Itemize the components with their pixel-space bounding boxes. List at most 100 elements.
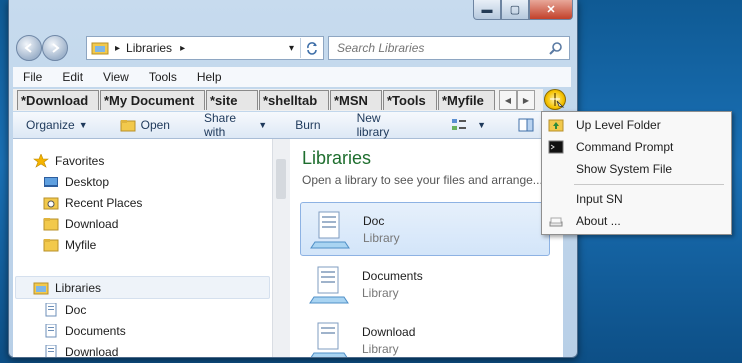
menu-edit[interactable]: Edit — [52, 70, 93, 84]
menu-item-command-prompt[interactable]: Command Prompt — [542, 136, 731, 158]
nav-item-documents[interactable]: Documents — [13, 320, 272, 341]
menu-help[interactable]: Help — [187, 70, 232, 84]
tab-download[interactable]: *Download — [17, 90, 99, 110]
favorites-header[interactable]: Favorites — [13, 150, 272, 171]
library-icon — [45, 302, 57, 316]
libraries-icon — [33, 282, 49, 294]
scrollbar-thumb[interactable] — [276, 159, 286, 199]
nav-item-doc[interactable]: Doc — [13, 299, 272, 320]
change-view-button[interactable]: ▼ — [442, 118, 495, 132]
library-icon — [45, 344, 57, 357]
menu-item-about[interactable]: About ... — [542, 210, 731, 232]
organize-label: Organize — [26, 118, 75, 132]
libraries-folder-icon — [91, 42, 109, 55]
minimize-button[interactable]: ▬ — [473, 0, 501, 20]
page-subtitle: Open a library to see your files and arr… — [302, 173, 543, 187]
menu-item-label: About ... — [576, 214, 621, 228]
tab-bar: *Download *My Document *site *shelltab *… — [13, 89, 543, 111]
chevron-down-icon: ▼ — [78, 120, 88, 130]
library-item-doc[interactable]: Doc Library — [300, 202, 550, 256]
nav-item-desktop[interactable]: Desktop — [13, 171, 272, 192]
library-type: Library — [362, 341, 399, 356]
back-button[interactable] — [16, 35, 42, 61]
library-item-download[interactable]: Download Library — [300, 314, 548, 357]
navigation-scrollbar[interactable] — [272, 139, 290, 357]
search-icon[interactable] — [549, 41, 563, 55]
documents-library-icon — [45, 323, 57, 337]
menu-tools[interactable]: Tools — [139, 70, 187, 84]
folder-icon — [43, 238, 59, 251]
share-with-button[interactable]: Share with ▼ — [195, 111, 276, 139]
tab-myfile[interactable]: *Myfile — [438, 90, 495, 110]
menu-item-input-sn[interactable]: Input SN — [542, 188, 731, 210]
tools-dropdown-button[interactable] — [544, 89, 566, 110]
refresh-button[interactable] — [300, 38, 323, 58]
menu-item-show-system-file[interactable]: Show System File — [542, 158, 731, 180]
menu-file[interactable]: File — [13, 70, 52, 84]
tab-msn[interactable]: *MSN — [330, 90, 382, 110]
library-name: Download — [362, 324, 416, 339]
nav-item-label: Documents — [65, 323, 126, 338]
menu-item-label: Input SN — [576, 192, 623, 206]
new-library-label: New library — [356, 111, 390, 139]
organize-button[interactable]: Organize ▼ — [17, 118, 97, 132]
desktop-icon — [44, 176, 58, 187]
tab-site[interactable]: *site — [206, 90, 258, 110]
search-input[interactable] — [335, 40, 549, 56]
nav-item-label: Download — [65, 344, 119, 358]
maximize-button[interactable]: ▢ — [501, 0, 529, 20]
tools-disc-icon — [550, 93, 565, 108]
burn-button[interactable]: Burn — [286, 118, 329, 132]
menu-item-label: Command Prompt — [576, 140, 674, 154]
up-level-folder-icon — [548, 119, 564, 132]
libraries-label: Libraries — [55, 280, 102, 295]
open-button[interactable]: Open — [111, 118, 179, 132]
tab-my-document[interactable]: *My Document — [100, 90, 205, 110]
library-item-documents[interactable]: Documents Library — [300, 258, 548, 310]
tab-scroll-left-button[interactable]: ◀ — [499, 90, 517, 110]
star-icon — [33, 153, 49, 168]
nav-item-recent-places[interactable]: Recent Places — [13, 192, 272, 213]
address-bar[interactable]: ▸ Libraries ▸ ▾ — [86, 36, 324, 60]
menu-item-up-level-folder[interactable]: Up Level Folder — [542, 114, 731, 136]
search-box[interactable] — [328, 36, 570, 60]
forward-arrow-icon — [52, 43, 60, 53]
library-type: Library — [363, 230, 400, 245]
address-dropdown-button[interactable]: ▾ — [289, 43, 294, 54]
tab-shelltab[interactable]: *shelltab — [259, 90, 329, 110]
nav-item-download[interactable]: Download — [13, 213, 272, 234]
nav-item-label: Doc — [65, 302, 87, 317]
command-prompt-icon — [548, 140, 564, 154]
menu-separator — [574, 184, 724, 185]
open-folder-icon — [120, 119, 136, 131]
library-name: Documents — [362, 268, 423, 283]
page-title: Libraries — [302, 148, 372, 168]
folder-icon — [43, 217, 59, 230]
menu-bar: File Edit View Tools Help — [13, 67, 571, 87]
blank-icon — [548, 162, 564, 176]
breadcrumb-arrow[interactable]: ▸ — [115, 43, 120, 54]
tab-scroll-right-button[interactable]: ▶ — [517, 90, 535, 110]
tab-tools[interactable]: *Tools — [383, 90, 437, 110]
navigation-row: ▸ Libraries ▸ ▾ — [14, 34, 570, 62]
nav-item-myfile[interactable]: Myfile — [13, 234, 272, 255]
close-button[interactable]: ✕ — [529, 0, 573, 20]
menu-view[interactable]: View — [93, 70, 139, 84]
breadcrumb-arrow-after[interactable]: ▸ — [180, 43, 185, 54]
forward-button[interactable] — [42, 35, 68, 61]
command-bar: Organize ▼ Open Share with ▼ Burn New li… — [13, 111, 543, 139]
documents-library-icon — [309, 266, 349, 304]
nav-item-download-library[interactable]: Download — [13, 341, 272, 357]
preview-pane-button[interactable] — [509, 118, 543, 132]
back-arrow-icon — [24, 43, 32, 53]
burn-label: Burn — [295, 118, 321, 132]
open-label: Open — [140, 118, 170, 132]
about-icon — [549, 217, 563, 227]
new-library-button[interactable]: New library — [348, 111, 421, 139]
recent-places-icon — [43, 197, 59, 209]
refresh-icon — [307, 42, 317, 55]
libraries-header[interactable]: Libraries — [15, 276, 270, 299]
address-location[interactable]: Libraries — [126, 41, 172, 55]
nav-item-label: Download — [65, 216, 119, 231]
nav-item-label: Desktop — [65, 174, 110, 189]
